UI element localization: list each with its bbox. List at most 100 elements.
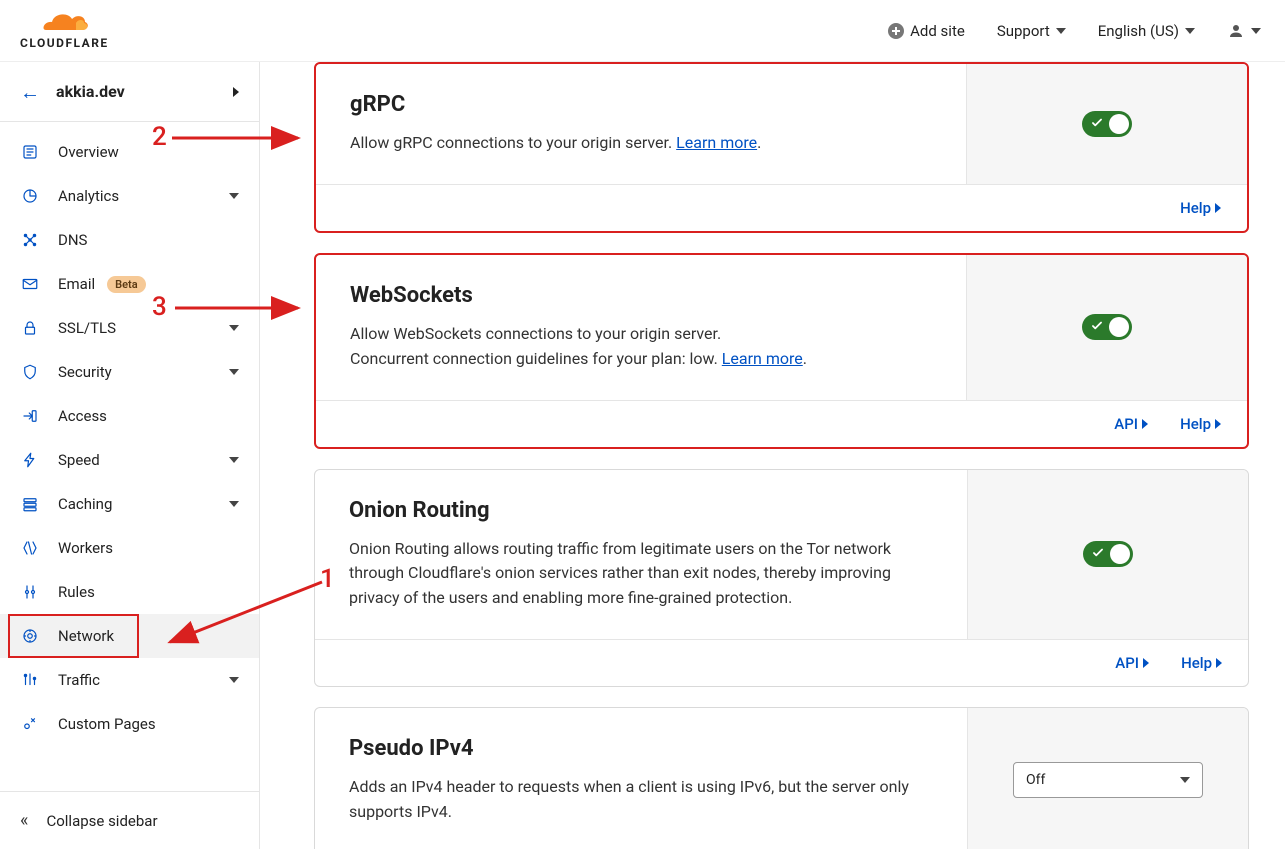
sidebar-item-email[interactable]: Email Beta bbox=[0, 262, 259, 306]
chevron-right-icon bbox=[1215, 419, 1221, 429]
workers-icon bbox=[20, 538, 40, 558]
card-onion: Onion RoutingOnion Routing allows routin… bbox=[314, 469, 1249, 687]
help-link-label: Help bbox=[1181, 654, 1212, 672]
card-control bbox=[967, 64, 1247, 184]
card-body: Onion RoutingOnion Routing allows routin… bbox=[315, 470, 1248, 639]
toggle-knob bbox=[1109, 114, 1129, 134]
chevron-down-icon bbox=[1251, 28, 1261, 34]
sidebar-item-speed[interactable]: Speed bbox=[0, 438, 259, 482]
toggle-knob bbox=[1109, 317, 1129, 337]
custom-icon bbox=[20, 714, 40, 734]
toggle-knob bbox=[1110, 544, 1130, 564]
back-arrow-icon: ← bbox=[20, 82, 40, 102]
card-title: Onion Routing bbox=[349, 498, 933, 523]
learn-more-link[interactable]: Learn more bbox=[676, 133, 757, 152]
chevron-down-icon bbox=[229, 501, 239, 507]
card-control: Off bbox=[968, 708, 1248, 849]
user-icon bbox=[1227, 22, 1245, 40]
sidebar-item-label: Analytics bbox=[58, 187, 119, 205]
card-grpc: gRPCAllow gRPC connections to your origi… bbox=[314, 62, 1249, 233]
chevron-down-icon bbox=[229, 457, 239, 463]
cloudflare-logo[interactable]: CLOUDFLARE bbox=[20, 12, 109, 50]
sidebar-item-analytics[interactable]: Analytics bbox=[0, 174, 259, 218]
card-footer: API Help bbox=[315, 639, 1248, 686]
chevron-down-icon bbox=[1185, 28, 1195, 34]
sidebar-item-dns[interactable]: DNS bbox=[0, 218, 259, 262]
sidebar-item-label: DNS bbox=[58, 231, 87, 249]
chevron-right-icon bbox=[233, 87, 239, 97]
site-name: akkia.dev bbox=[56, 82, 125, 101]
card-body: Pseudo IPv4Adds an IPv4 header to reques… bbox=[315, 708, 1248, 849]
site-selector[interactable]: ← akkia.dev bbox=[0, 62, 259, 122]
toggle-switch[interactable] bbox=[1082, 111, 1132, 137]
check-icon bbox=[1091, 546, 1105, 560]
card-title: WebSockets bbox=[350, 283, 932, 308]
shield-icon bbox=[20, 362, 40, 382]
cloudflare-logo-text: CLOUDFLARE bbox=[20, 36, 109, 50]
language-menu[interactable]: English (US) bbox=[1098, 22, 1195, 40]
sidebar-item-caching[interactable]: Caching bbox=[0, 482, 259, 526]
sidebar-item-security[interactable]: Security bbox=[0, 350, 259, 394]
sidebar-item-network[interactable]: Network bbox=[0, 614, 259, 658]
chevron-right-icon bbox=[1215, 203, 1221, 213]
sidebar-item-ssl-tls[interactable]: SSL/TLS bbox=[0, 306, 259, 350]
chevron-down-icon bbox=[1056, 28, 1066, 34]
card-body: gRPCAllow gRPC connections to your origi… bbox=[316, 64, 1247, 184]
chevron-right-icon bbox=[1142, 419, 1148, 429]
sidebar-item-workers[interactable]: Workers bbox=[0, 526, 259, 570]
sidebar-item-label: Security bbox=[58, 363, 112, 381]
sidebar-item-label: Overview bbox=[58, 143, 119, 161]
help-link[interactable]: Help bbox=[1180, 415, 1221, 433]
sidebar-item-label: Network bbox=[58, 627, 114, 645]
card-control bbox=[968, 470, 1248, 639]
dns-icon bbox=[20, 230, 40, 250]
learn-more-link[interactable]: Learn more bbox=[722, 349, 803, 368]
analytics-icon bbox=[20, 186, 40, 206]
sidebar-item-label: SSL/TLS bbox=[58, 319, 116, 337]
card-text: WebSocketsAllow WebSockets connections t… bbox=[316, 255, 967, 400]
beta-badge: Beta bbox=[107, 276, 146, 293]
sidebar-item-access[interactable]: Access bbox=[0, 394, 259, 438]
sidebar-item-overview[interactable]: Overview bbox=[0, 130, 259, 174]
sidebar-item-label: Email bbox=[58, 275, 95, 293]
api-link-label: API bbox=[1114, 415, 1138, 433]
sidebar-item-label: Custom Pages bbox=[58, 715, 156, 733]
collapse-icon: « bbox=[20, 810, 28, 831]
support-menu[interactable]: Support bbox=[997, 22, 1066, 40]
language-label: English (US) bbox=[1098, 22, 1179, 40]
chevron-right-icon bbox=[1216, 658, 1222, 668]
chevron-down-icon bbox=[229, 193, 239, 199]
sidebar-item-label: Speed bbox=[58, 451, 100, 469]
sidebar-item-label: Workers bbox=[58, 539, 113, 557]
sidebar-item-traffic[interactable]: Traffic bbox=[0, 658, 259, 702]
cloudflare-cloud-icon bbox=[36, 12, 92, 36]
add-site-button[interactable]: Add site bbox=[888, 22, 965, 40]
card-websockets: WebSocketsAllow WebSockets connections t… bbox=[314, 253, 1249, 449]
toggle-switch[interactable] bbox=[1082, 314, 1132, 340]
plus-icon bbox=[888, 23, 904, 39]
card-description: Adds an IPv4 header to requests when a c… bbox=[349, 775, 933, 825]
lock-icon bbox=[20, 318, 40, 338]
card-control bbox=[967, 255, 1247, 400]
user-menu[interactable] bbox=[1227, 22, 1261, 40]
check-icon bbox=[1090, 319, 1104, 333]
toggle-switch[interactable] bbox=[1083, 541, 1133, 567]
api-link[interactable]: API bbox=[1115, 654, 1149, 672]
card-text: gRPCAllow gRPC connections to your origi… bbox=[316, 64, 967, 184]
card-text: Onion RoutingOnion Routing allows routin… bbox=[315, 470, 968, 639]
support-label: Support bbox=[997, 22, 1050, 40]
email-icon bbox=[20, 274, 40, 294]
pseudo-ipv4-select[interactable]: Off bbox=[1013, 762, 1203, 798]
api-link[interactable]: API bbox=[1114, 415, 1148, 433]
select-value: Off bbox=[1026, 772, 1045, 788]
collapse-sidebar-button[interactable]: « Collapse sidebar bbox=[0, 791, 259, 849]
sidebar-item-label: Caching bbox=[58, 495, 112, 513]
help-link[interactable]: Help bbox=[1180, 199, 1221, 217]
sidebar-item-custom-pages[interactable]: Custom Pages bbox=[0, 702, 259, 746]
caching-icon bbox=[20, 494, 40, 514]
card-text: Pseudo IPv4Adds an IPv4 header to reques… bbox=[315, 708, 968, 849]
help-link[interactable]: Help bbox=[1181, 654, 1222, 672]
card-footer: API Help bbox=[316, 400, 1247, 447]
sidebar-item-rules[interactable]: Rules bbox=[0, 570, 259, 614]
card-pseudoipv4: Pseudo IPv4Adds an IPv4 header to reques… bbox=[314, 707, 1249, 849]
